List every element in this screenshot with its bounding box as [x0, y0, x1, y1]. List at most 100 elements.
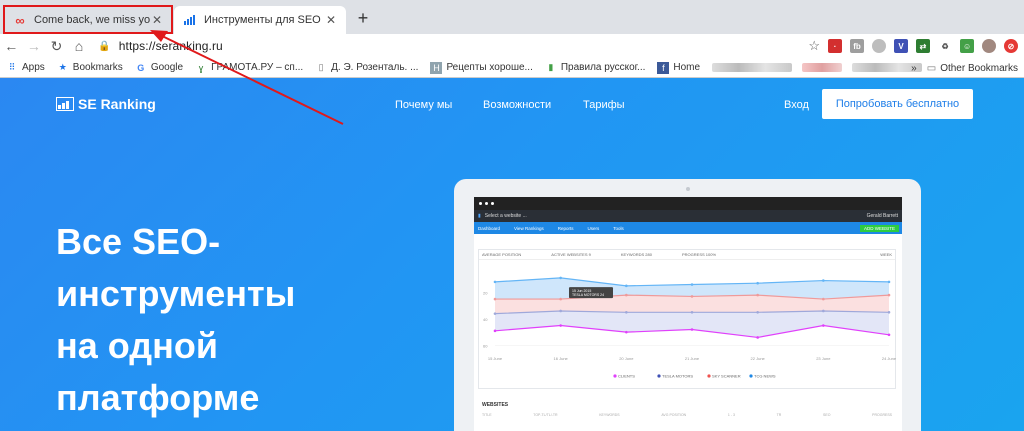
camera-dot [686, 187, 690, 191]
legend-marker [613, 374, 617, 378]
logo-mark-icon [56, 97, 74, 111]
blurred-bookmark [802, 63, 843, 72]
data-point [756, 336, 759, 339]
extension-icon[interactable]: ☺ [960, 39, 975, 53]
extension-icon[interactable]: ♻ [938, 39, 953, 53]
nav-why-us[interactable]: Почему мы [395, 99, 452, 111]
x-tick-label: 23 June [816, 356, 831, 361]
legend-label: SKY SCANNER [712, 374, 741, 379]
data-point [625, 330, 628, 334]
data-point [625, 284, 628, 288]
other-bookmarks[interactable]: Other Bookmarks [940, 63, 1018, 74]
x-tick-label: 24 June [882, 356, 897, 361]
legend-marker [749, 374, 753, 378]
bookmark-recipes[interactable]: H Рецепты хороше... [430, 61, 533, 74]
avatar[interactable] [982, 39, 997, 53]
tab-seranking[interactable]: Инструменты для SEO и онла ✕ [174, 6, 346, 34]
highlight-box [3, 5, 173, 34]
data-point [887, 293, 891, 297]
bar-chart-icon: ▮ [478, 213, 481, 219]
data-point [625, 311, 628, 314]
data-point [756, 293, 759, 297]
extension-icon[interactable]: V [894, 39, 909, 53]
bookmark-google[interactable]: G Google [135, 62, 183, 74]
data-point [493, 312, 497, 315]
folder-icon: ▭ [926, 62, 937, 74]
extension-icon[interactable]: fb [850, 39, 865, 53]
chart-panel: AVERAGE POSITION ACTIVE WEBSITES 9 KEYWO… [478, 249, 897, 389]
data-point [493, 329, 497, 333]
page-icon: ▯ [318, 62, 324, 72]
data-point [690, 328, 694, 331]
data-point [822, 279, 825, 282]
data-point [493, 297, 497, 301]
login-link[interactable]: Вход [784, 99, 809, 111]
dashboard-screen: ▮ Select a website ... Gerald Barrett Da… [474, 197, 902, 431]
lock-icon: 🔒 [98, 40, 111, 52]
bookmark-bookmarks[interactable]: ★ Bookmarks [57, 62, 123, 74]
series-area [495, 310, 889, 338]
address-bar[interactable]: 🔒 https://seranking.ru [98, 35, 808, 57]
data-point [756, 281, 759, 285]
data-point [493, 280, 497, 284]
data-point [559, 309, 562, 313]
tooltip-value: TESLA MOTORS 24 [572, 293, 604, 297]
nav-features[interactable]: Возможности [483, 99, 551, 111]
extension-icon[interactable]: ⊘ [1004, 39, 1019, 53]
data-point [559, 276, 562, 280]
tab-title: Инструменты для SEO и онла [204, 14, 324, 26]
more-bookmarks-button[interactable]: » [911, 63, 917, 74]
forward-icon[interactable]: → [23, 38, 46, 54]
data-point [625, 293, 628, 297]
bar-chart-icon [182, 15, 198, 25]
extension-icon[interactable]: · [828, 39, 843, 53]
bookmark-home[interactable]: f Home [657, 61, 700, 74]
data-point [756, 311, 759, 314]
facebook-icon: f [657, 61, 670, 74]
legend-label: TCG NEWS [754, 374, 776, 379]
close-icon[interactable]: ✕ [324, 13, 338, 27]
bookmarks-overflow: » ▭ Other Bookmarks [911, 58, 1018, 78]
extension-icon[interactable]: ⇄ [916, 39, 931, 53]
x-tick-label: 20 June [619, 356, 634, 361]
positions-chart: 20 40 60 15 June 16 June 20 June 21 June 22 Jun… [483, 276, 897, 379]
google-icon: G [137, 62, 145, 73]
hero-heading: Все SEO- инструменты на одной платформе [56, 221, 296, 418]
y-tick-label: 60 [483, 343, 488, 348]
data-point [887, 311, 891, 314]
x-tick-label: 22 June [751, 356, 766, 361]
add-website-button: ADD WEBSITE [859, 224, 899, 232]
dashboard-nav: Dashboard View Rankings Reports Users To… [474, 222, 902, 234]
new-tab-button[interactable]: + [354, 9, 372, 27]
legend-marker [707, 374, 711, 378]
home-icon[interactable]: ⌂ [68, 38, 91, 54]
bookmark-rules[interactable]: ▮ Правила русског... [545, 62, 645, 74]
star-icon: ★ [58, 62, 67, 72]
browser-toolbar: ← → ↻ ⌂ 🔒 https://seranking.ru ☆ · fb V … [0, 34, 1024, 58]
bookmark-rosental[interactable]: ▯ Д. Э. Розенталь. ... [315, 62, 419, 74]
websites-columns: TITLE TOP-TL/TL/-TR KEYWORDS AVG POSITIO… [482, 413, 892, 417]
data-point [887, 280, 891, 284]
back-icon[interactable]: ← [0, 38, 23, 54]
extension-icon[interactable] [872, 39, 887, 53]
data-point [822, 309, 825, 313]
h-icon: H [430, 61, 443, 74]
data-point [887, 333, 891, 337]
x-tick-label: 16 June [554, 356, 569, 361]
nav-pricing[interactable]: Тарифы [583, 99, 625, 111]
try-free-button[interactable]: Попробовать бесплатно [822, 89, 973, 119]
book-icon: ▮ [548, 62, 554, 72]
star-icon[interactable]: ☆ [808, 38, 820, 54]
dashboard-topbar: ▮ Select a website ... Gerald Barrett [474, 210, 902, 222]
data-point [822, 324, 825, 327]
bookmark-apps[interactable]: ⠿ Apps [6, 62, 45, 74]
data-point [559, 297, 562, 301]
site-logo[interactable]: SE Ranking [56, 96, 156, 112]
reload-icon[interactable]: ↻ [45, 38, 68, 55]
chart-filters: AVERAGE POSITION ACTIVE WEBSITES 9 KEYWO… [479, 250, 895, 260]
data-point [690, 295, 694, 298]
y-tick-label: 20 [483, 290, 488, 295]
url-text: https://seranking.ru [118, 39, 223, 53]
data-point [690, 283, 694, 286]
bookmark-gramota[interactable]: ɣ ГРАМОТА.РУ – сп... [195, 62, 303, 74]
